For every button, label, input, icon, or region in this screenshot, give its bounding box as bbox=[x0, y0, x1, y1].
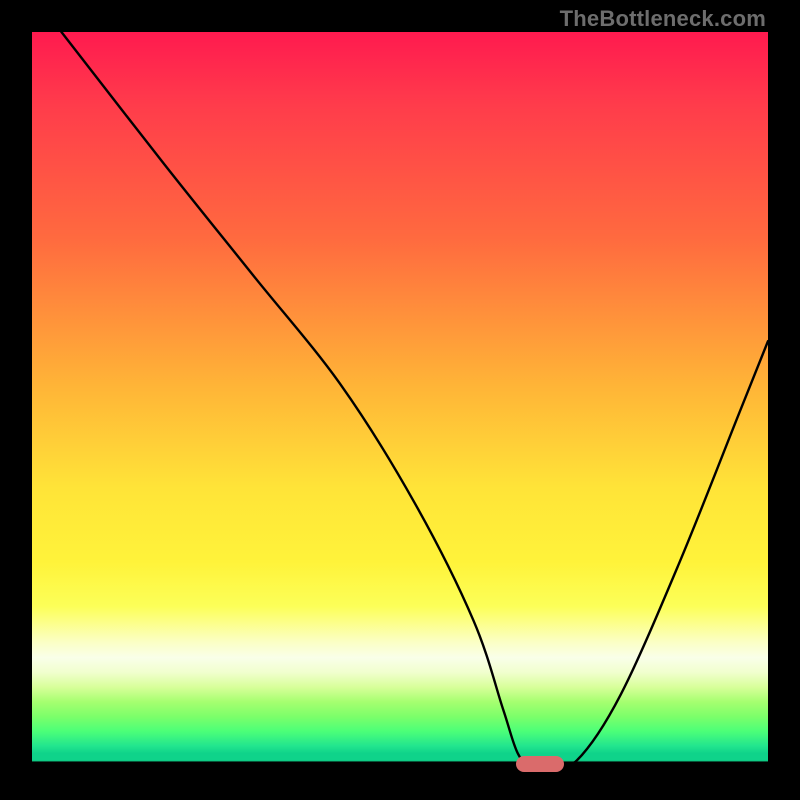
chart-frame: TheBottleneck.com bbox=[0, 0, 800, 800]
plot-area bbox=[32, 32, 768, 768]
watermark-text: TheBottleneck.com bbox=[560, 6, 766, 32]
optimal-marker bbox=[516, 756, 564, 772]
